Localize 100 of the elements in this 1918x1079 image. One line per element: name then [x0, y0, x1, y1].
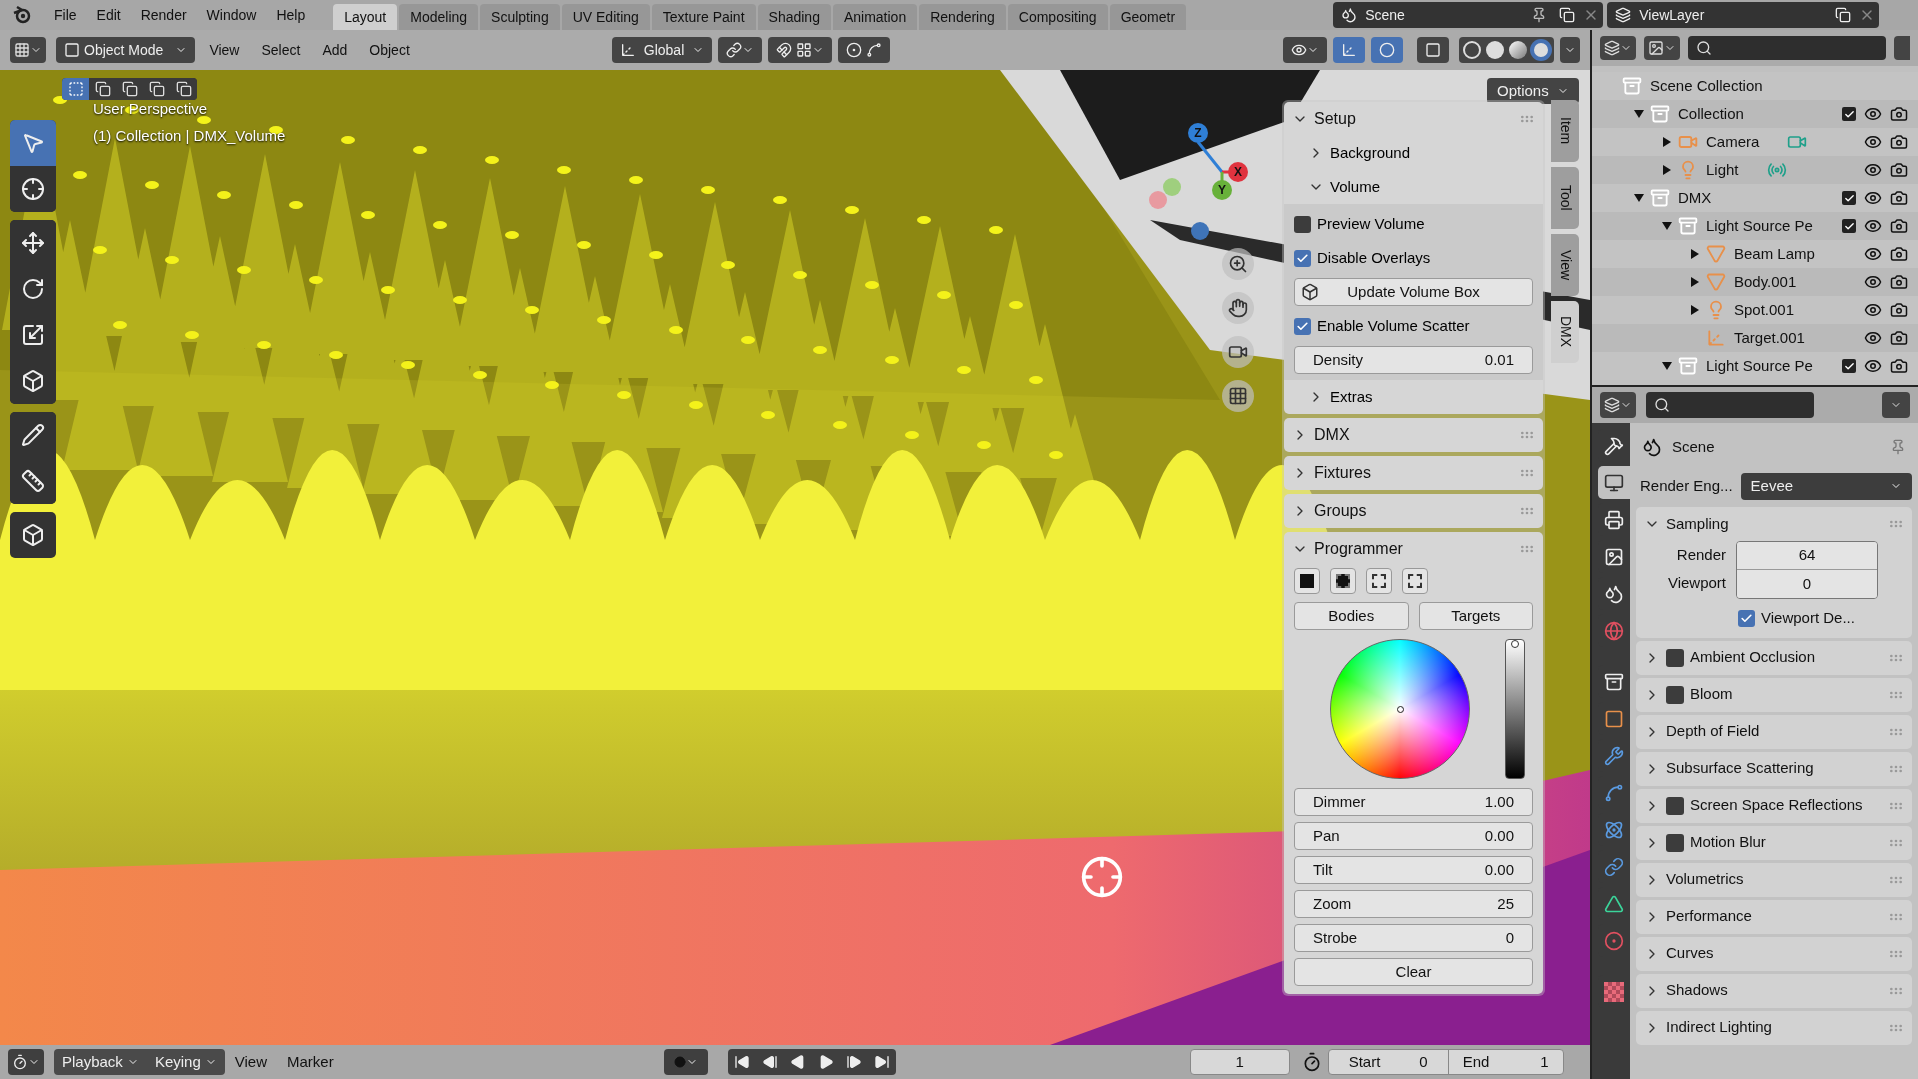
section-title[interactable]: Shadows — [1666, 979, 1728, 1002]
record-button[interactable] — [663, 1049, 708, 1075]
camera-icon[interactable] — [1890, 357, 1908, 375]
section-checkbox[interactable] — [1666, 796, 1684, 815]
section-checkbox[interactable] — [1666, 685, 1684, 704]
menu-item[interactable]: Select — [253, 37, 309, 63]
section-title[interactable]: Depth of Field — [1666, 720, 1760, 743]
outliner-item-name[interactable]: Beam Lamp — [1734, 242, 1815, 266]
section-title[interactable]: Sampling — [1666, 512, 1729, 536]
section-checkbox[interactable] — [1666, 833, 1684, 852]
pivot-button[interactable] — [718, 37, 763, 63]
outliner-item-name[interactable]: Collection — [1678, 102, 1744, 126]
workspace-tab[interactable]: UV Editing — [561, 4, 650, 30]
workspace-tab[interactable]: Compositing — [1007, 4, 1108, 30]
camera-icon[interactable] — [1890, 161, 1908, 179]
checkbox[interactable] — [1294, 215, 1311, 233]
number-field[interactable]: Dimmer 1.00 — [1294, 788, 1533, 816]
section-title[interactable]: Volumetrics — [1666, 868, 1744, 891]
mode-dropdown[interactable]: Object Mode — [56, 37, 196, 63]
camera-icon[interactable] — [1890, 329, 1908, 347]
logo-icon[interactable] — [12, 5, 32, 25]
timeline-menu[interactable]: Keying — [146, 1049, 225, 1075]
exclude-checkbox[interactable] — [1842, 219, 1856, 233]
subpanel-header[interactable]: Volume — [1284, 170, 1543, 204]
selection-icon-button[interactable] — [1330, 568, 1356, 594]
checkbox[interactable] — [1738, 609, 1755, 627]
disclosure-triangle-icon[interactable] — [1634, 193, 1644, 203]
gizmo-toggle-button[interactable] — [1333, 37, 1365, 63]
update-button[interactable]: Update Volume Box — [1294, 278, 1533, 306]
proportional-button[interactable] — [838, 37, 891, 63]
section-title[interactable]: Indirect Lighting — [1666, 1016, 1772, 1039]
eye-icon[interactable] — [1864, 357, 1882, 375]
editor-type-button[interactable] — [10, 37, 46, 63]
exclude-checkbox[interactable] — [1842, 191, 1856, 205]
section-title[interactable]: Subsurface Scattering — [1666, 757, 1814, 780]
menu-item[interactable]: Object — [361, 37, 418, 63]
eye-icon[interactable] — [1864, 161, 1882, 179]
workspace-tab[interactable]: Rendering — [919, 4, 1006, 30]
camera-icon[interactable] — [1890, 245, 1908, 263]
shading-options-button[interactable] — [1560, 37, 1580, 63]
xray-button[interactable] — [1417, 37, 1449, 63]
menu-item[interactable]: Help — [266, 2, 316, 28]
editor-type-button[interactable] — [1600, 36, 1636, 60]
sidebar-tab[interactable]: Item — [1551, 100, 1579, 162]
number-field[interactable]: Density 0.01 — [1294, 346, 1533, 374]
number-field[interactable]: 64 — [1737, 542, 1877, 570]
sidebar-tab[interactable]: Tool — [1551, 167, 1579, 229]
shading-mode-icon[interactable] — [1532, 41, 1550, 59]
menu-item[interactable]: Render — [130, 2, 197, 28]
workspace-tab[interactable]: Modeling — [399, 4, 479, 30]
eye-icon[interactable] — [1864, 245, 1882, 263]
subpanel-header[interactable]: Background — [1284, 136, 1543, 170]
editor-type-button[interactable] — [1600, 392, 1636, 418]
overlays-toggle-button[interactable] — [1371, 37, 1403, 63]
display-mode-button[interactable] — [1644, 36, 1680, 60]
number-field[interactable]: Zoom 25 — [1294, 890, 1533, 918]
outliner-item-name[interactable]: Camera — [1706, 130, 1760, 154]
camera-icon[interactable] — [1890, 273, 1908, 291]
number-field[interactable]: Pan 0.00 — [1294, 822, 1533, 850]
monitor-tab[interactable] — [1598, 466, 1630, 499]
camera-icon[interactable] — [1890, 133, 1908, 151]
workspace-tab[interactable]: Geometr — [1109, 4, 1187, 30]
number-field[interactable]: 0 — [1737, 570, 1877, 598]
number-field[interactable]: Strobe 0 — [1294, 924, 1533, 952]
exclude-checkbox[interactable] — [1842, 359, 1856, 373]
shading-mode-icon[interactable] — [1486, 41, 1504, 59]
camera-icon[interactable] — [1890, 105, 1908, 123]
outliner-item-name[interactable]: Spot.001 — [1734, 298, 1795, 322]
copy-icon[interactable] — [1559, 7, 1576, 23]
number-field[interactable]: Tilt 0.00 — [1294, 856, 1533, 884]
orientation-dropdown[interactable]: Global — [611, 37, 713, 63]
selection-icon-button[interactable] — [1402, 568, 1428, 594]
disclosure-triangle-icon[interactable] — [1662, 361, 1672, 371]
outliner-item-name[interactable]: Light — [1706, 158, 1739, 182]
search-field[interactable] — [1688, 36, 1886, 60]
snap-button[interactable] — [768, 37, 833, 63]
outliner-item-name[interactable]: Target.001 — [1734, 326, 1805, 350]
camera-icon[interactable] — [1890, 301, 1908, 319]
eye-icon[interactable] — [1864, 301, 1882, 319]
visibility-button[interactable] — [1283, 37, 1327, 63]
workspace-tab[interactable]: Animation — [832, 4, 918, 30]
menu-item[interactable]: Edit — [86, 2, 131, 28]
workspace-tab[interactable]: Shading — [757, 4, 831, 30]
sidebar-tab[interactable]: DMX — [1551, 301, 1579, 363]
outliner-item-name[interactable]: Light Source Pe — [1706, 354, 1813, 378]
disclosure-triangle-icon[interactable] — [1690, 249, 1700, 259]
outliner-item-name[interactable]: Scene Collection — [1650, 74, 1763, 98]
section-title[interactable]: Curves — [1666, 942, 1714, 965]
view-layer-selector[interactable]: ViewLayer — [1607, 2, 1880, 28]
eye-icon[interactable] — [1864, 189, 1882, 207]
section-title[interactable]: Ambient Occlusion — [1690, 646, 1816, 669]
select-box-icon[interactable] — [10, 120, 56, 166]
exclude-checkbox[interactable] — [1842, 107, 1856, 121]
selection-icon-button[interactable] — [1366, 568, 1392, 594]
disclosure-triangle-icon[interactable] — [1634, 109, 1644, 119]
eye-icon[interactable] — [1864, 329, 1882, 347]
selection-mode-button[interactable] — [89, 78, 116, 100]
copy-icon[interactable] — [1835, 7, 1852, 23]
section-title[interactable]: Performance — [1666, 905, 1752, 928]
section-checkbox[interactable] — [1666, 648, 1684, 667]
